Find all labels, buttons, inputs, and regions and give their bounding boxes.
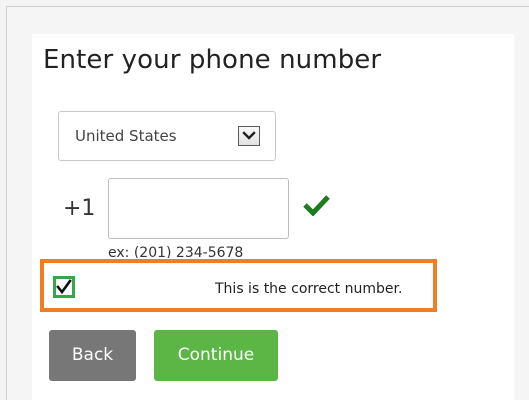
confirm-checkbox[interactable] <box>53 276 75 298</box>
back-button[interactable]: Back <box>49 330 136 381</box>
continue-button[interactable]: Continue <box>154 330 278 381</box>
checkmark-icon <box>303 195 330 216</box>
country-code: +1 <box>63 196 96 221</box>
page-title: Enter your phone number <box>43 45 382 75</box>
chevron-down-icon[interactable] <box>238 126 260 146</box>
confirm-label: This is the correct number. <box>215 281 403 297</box>
phone-format-hint: ex: (201) 234-5678 <box>108 245 244 258</box>
country-select[interactable]: United States <box>58 111 276 161</box>
phone-number-input[interactable] <box>108 178 289 239</box>
chevron-down-glyph <box>242 131 256 140</box>
country-select-value: United States <box>75 127 177 145</box>
checkbox-check-icon <box>56 279 72 295</box>
